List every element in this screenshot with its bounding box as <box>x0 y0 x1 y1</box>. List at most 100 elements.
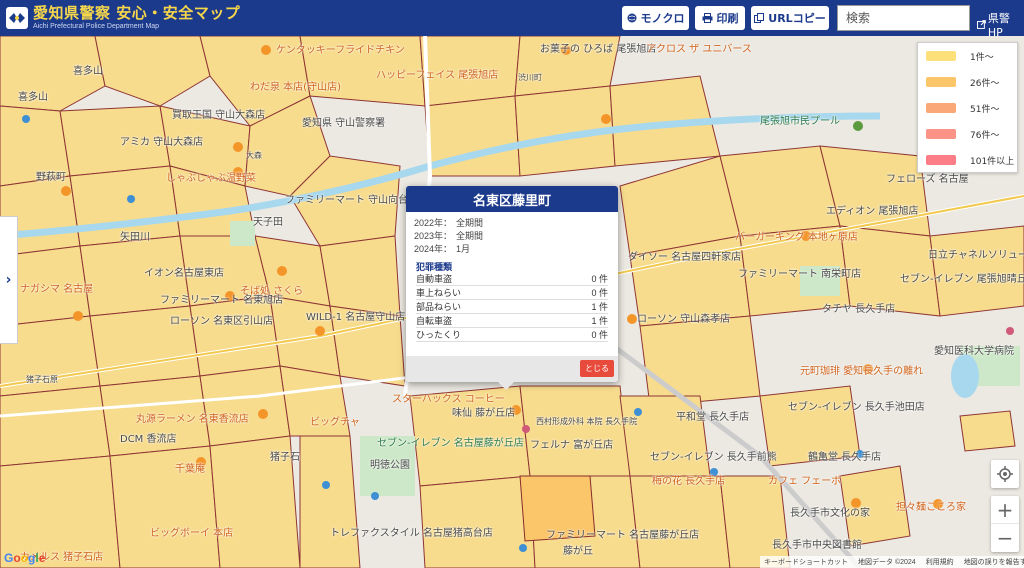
crime-count: 1 件 <box>591 316 608 326</box>
legend-item: 1件〜 <box>918 43 1017 69</box>
legend-item: 26件〜 <box>918 69 1017 95</box>
search-input[interactable] <box>837 5 970 31</box>
map-label: 猪子石 <box>270 452 300 463</box>
popup-footer: とじる <box>406 356 618 382</box>
legend-label: 26件〜 <box>970 78 1000 89</box>
monochrome-button[interactable]: モノクロ <box>622 6 689 30</box>
police-hp-link[interactable]: 県警HP <box>977 10 1024 39</box>
report-error-link[interactable]: 地図の誤りを報告する <box>964 557 1024 567</box>
map-label: DCM 香流店 <box>120 434 177 445</box>
zoom-in-button[interactable]: + <box>991 496 1019 524</box>
map-label: 西村形成外科 本院 長久手院 <box>536 417 638 426</box>
map-label: バーガーキング 本地ヶ原店 <box>735 232 858 243</box>
chevron-right-icon: › <box>5 272 12 288</box>
google-logo[interactable]: Google <box>4 551 45 565</box>
area-info-popup: 名東区藤里町 2022年： 全期間 2023年： 全期間 2024年： 1月 犯… <box>406 186 618 382</box>
map-label: 鶴亀堂 長久手店 <box>808 452 882 463</box>
popup-title: 名東区藤里町 <box>406 186 618 212</box>
logo[interactable]: 愛知県警察 安心・安全マップ Aichi Prefectural Police … <box>0 0 240 36</box>
app-header: 愛知県警察 安心・安全マップ Aichi Prefectural Police … <box>0 0 1024 39</box>
map-label: 買取王国 守山大森店 <box>172 110 266 121</box>
crime-count: 0 件 <box>591 274 608 284</box>
legend-swatch <box>926 129 956 139</box>
external-link-icon <box>977 20 986 29</box>
crime-row: 自動車盗 0 件 <box>416 272 608 286</box>
map-label: セブン-イレブン 名古屋藤が丘店 <box>377 438 524 449</box>
crime-type: 自転車盗 <box>416 316 453 326</box>
map-label: ダイソー 名古屋四軒家店 <box>628 252 742 263</box>
crosshair-icon <box>997 466 1013 482</box>
crime-count-legend: 1件〜 26件〜 51件〜 76件〜 101件以上 <box>917 42 1018 173</box>
legend-swatch <box>926 77 956 87</box>
map-label: しゃぶしゃぶ温野菜 <box>166 173 256 184</box>
crime-table: 自動車盗 0 件 車上ねらい 0 件 部品ねらい 1 件 自転車盗 1 件 ひっ… <box>416 272 608 342</box>
map-label: イオン名古屋東店 <box>144 268 224 279</box>
map-label: ファミリーマート 南栄町店 <box>738 269 862 280</box>
legend-swatch <box>926 155 956 165</box>
period-year: 2022年： <box>414 218 453 228</box>
map-label: ハッピーフェイス 尾張旭店 <box>376 70 499 81</box>
url-copy-label: URLコピー <box>768 12 826 25</box>
crime-count: 1 件 <box>591 302 608 312</box>
crime-row: 部品ねらい 1 件 <box>416 300 608 314</box>
map-label: フェルナ 富が丘店 <box>530 440 614 451</box>
period-year: 2024年： <box>414 244 453 254</box>
print-button[interactable]: 印刷 <box>695 6 745 30</box>
legend-label: 1件〜 <box>970 52 994 63</box>
map-label: 明徳公園 <box>370 460 410 471</box>
my-location-button[interactable] <box>991 460 1019 488</box>
legend-swatch <box>926 51 956 61</box>
map-label: お菓子の ひろば 尾張旭店 <box>540 44 657 55</box>
close-popup-button[interactable]: とじる <box>580 360 614 377</box>
map-label: 元町珈琲 愛知長久手の離れ <box>800 366 924 377</box>
map-label: タチヤ 長久手店 <box>822 304 896 315</box>
map-label: アクロス ザ ユニバース <box>646 44 752 55</box>
legend-item: 76件〜 <box>918 121 1017 147</box>
map-label: ナガシマ 名古屋 <box>20 284 94 295</box>
period-row: 2023年： 全期間 <box>414 229 610 242</box>
zoom-out-button[interactable]: − <box>991 524 1019 552</box>
map-label: ローソン 名東区引山店 <box>170 316 274 327</box>
period-row: 2024年： 1月 <box>414 242 610 255</box>
terms-link[interactable]: 利用規約 <box>926 557 954 567</box>
legend-label: 76件〜 <box>970 130 1000 141</box>
map-label: 梅の花 長久手店 <box>652 476 726 487</box>
map-label: ビッグチャ <box>310 417 360 428</box>
map-label: 天子田 <box>253 217 283 228</box>
legend-item: 51件〜 <box>918 95 1017 121</box>
map-label: 猪子石原 <box>26 375 58 384</box>
police-hp-label: 県警HP <box>987 12 1010 39</box>
map-label: WILD-1 名古屋守山店 <box>306 312 406 323</box>
period-value: 全期間 <box>456 231 484 241</box>
map-label: 長久手市中央図書館 <box>772 540 862 551</box>
map-label: 千葉庵 <box>175 464 205 475</box>
crime-type: ひったくり <box>416 330 462 340</box>
period-year: 2023年： <box>414 231 453 241</box>
app-subtitle: Aichi Prefectural Police Department Map <box>33 23 160 30</box>
map-label: 渋川町 <box>518 73 542 82</box>
crime-type: 自動車盗 <box>416 274 453 284</box>
legend-swatch <box>926 103 956 113</box>
map-label: 愛知医科大学病院 <box>934 346 1014 357</box>
copy-icon <box>754 13 765 23</box>
map-label: そば処 さくら <box>240 286 304 297</box>
side-panel-toggle[interactable]: › <box>0 216 18 344</box>
map-label: ローソン 守山森孝店 <box>637 314 731 325</box>
map-label: エディオン 尾張旭店 <box>826 206 919 217</box>
print-label: 印刷 <box>716 12 739 25</box>
legend-label: 51件〜 <box>970 104 1000 115</box>
crime-row: 自転車盗 1 件 <box>416 314 608 328</box>
keyboard-shortcut-link[interactable]: キーボードショートカット <box>764 557 848 567</box>
popup-pointer <box>498 382 514 390</box>
monochrome-label: モノクロ <box>640 12 685 25</box>
url-copy-button[interactable]: URLコピー <box>751 6 829 30</box>
map-label: 大森 <box>246 151 262 160</box>
map-attribution: キーボードショートカット 地図データ ©2024 利用規約 地図の誤りを報告する <box>760 556 1024 568</box>
crime-type: 部品ねらい <box>416 302 462 312</box>
period-value: 1月 <box>456 244 471 254</box>
map-label: 長久手市文化の家 <box>790 508 870 519</box>
map-label: セブン-イレブン 長久手前熊 <box>650 452 777 463</box>
zoom-control: + − <box>991 496 1019 552</box>
crime-count: 0 件 <box>591 288 608 298</box>
police-emblem-icon <box>6 7 28 29</box>
